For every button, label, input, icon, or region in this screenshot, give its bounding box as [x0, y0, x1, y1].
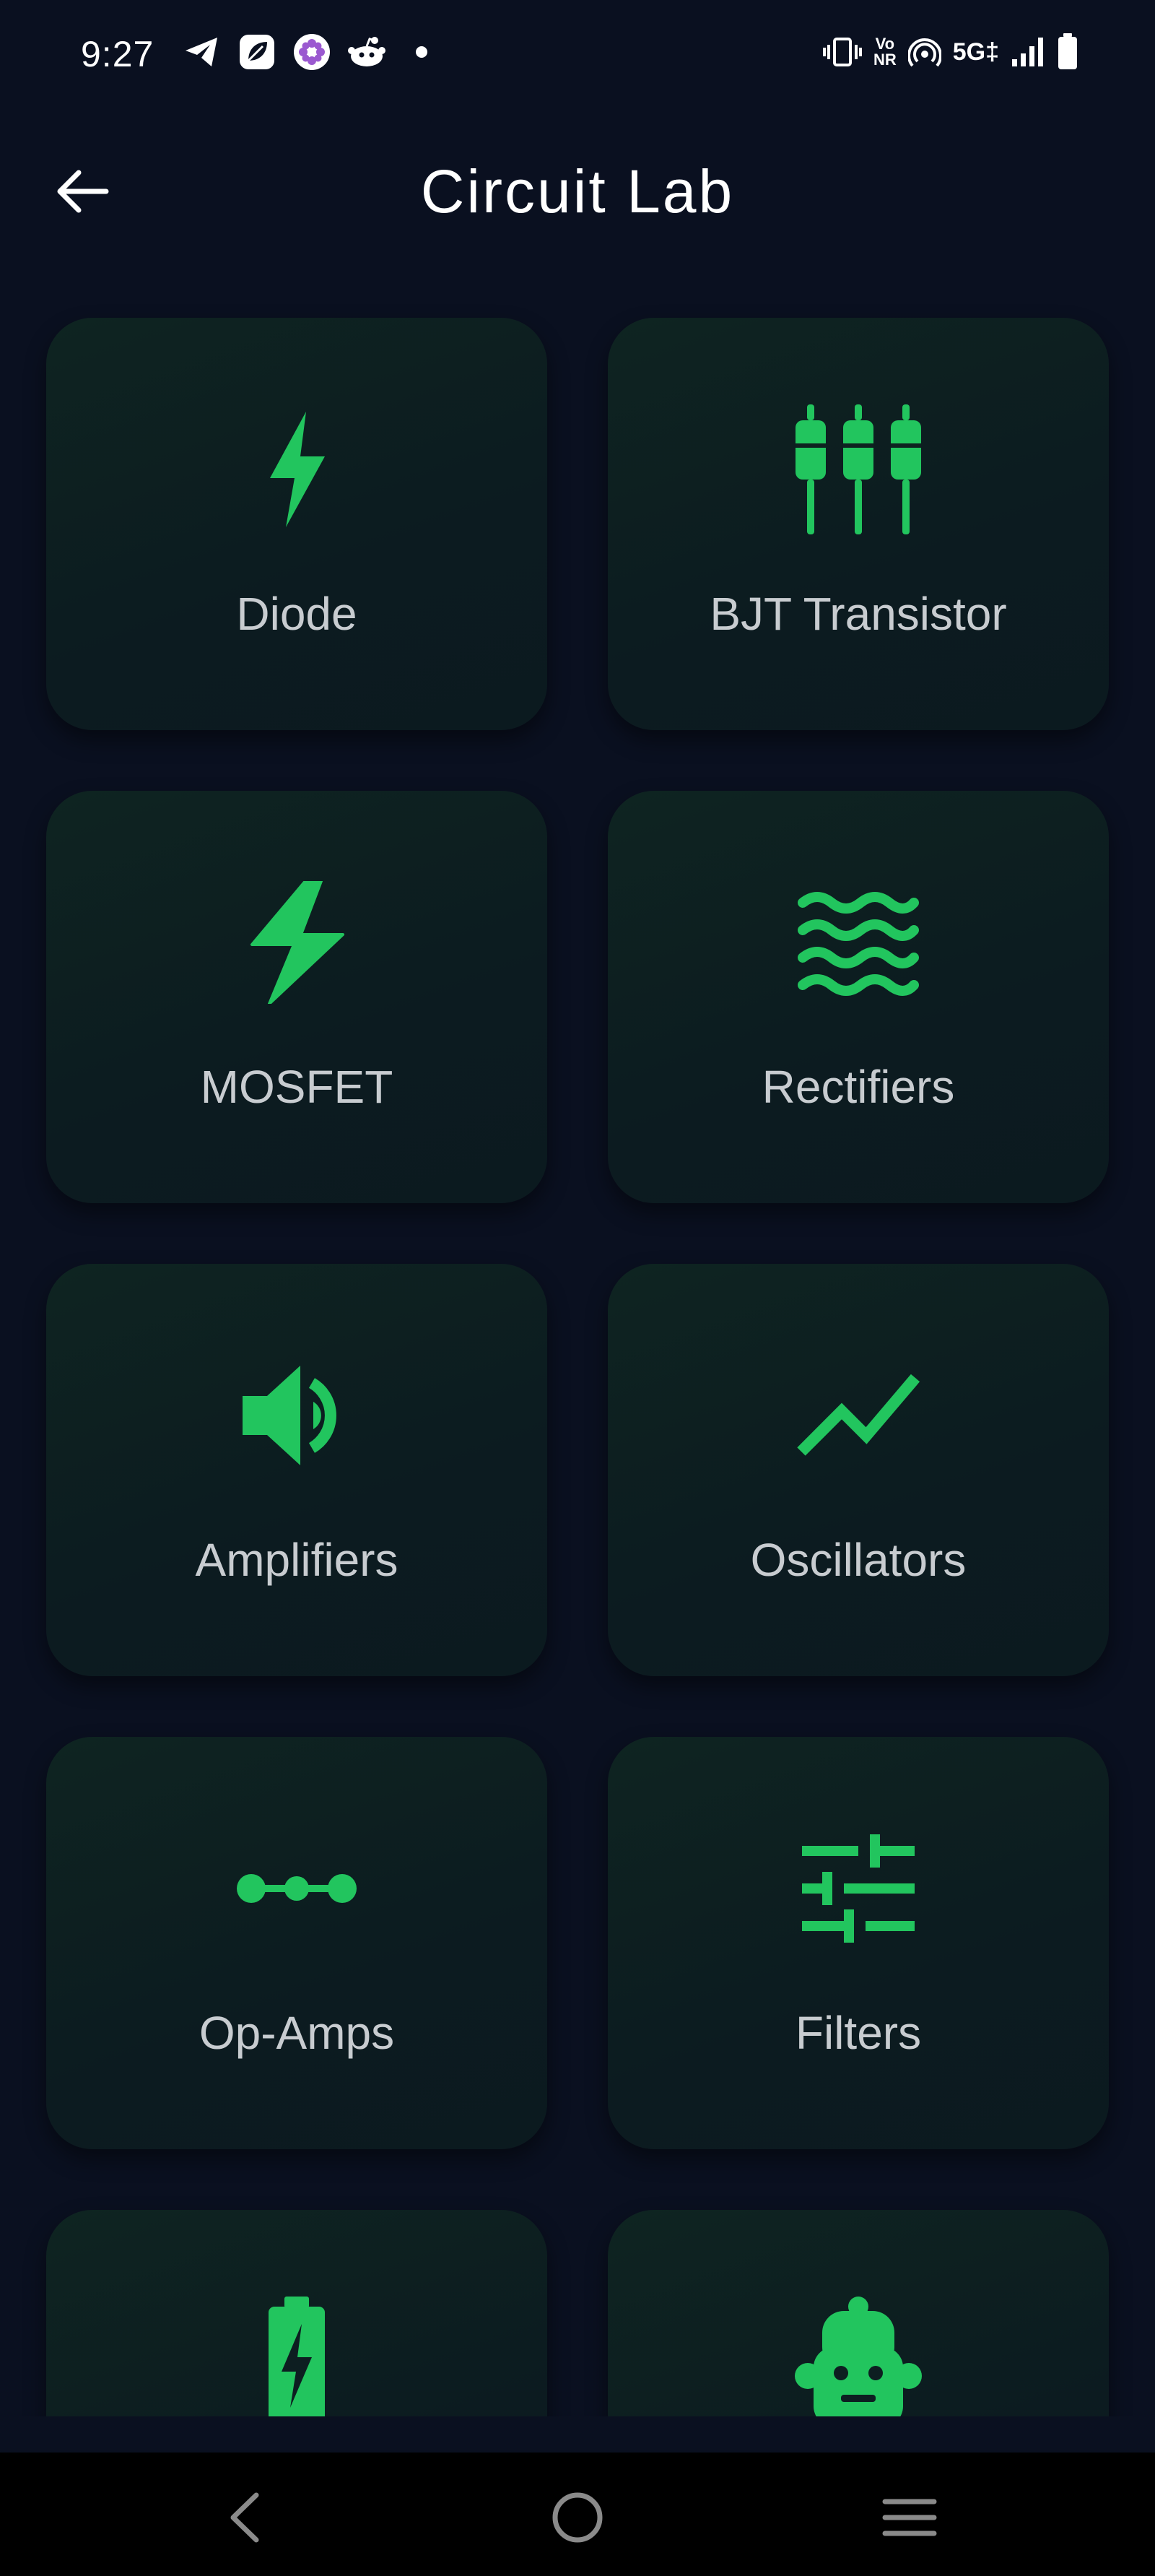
robot-icon — [608, 2297, 1109, 2416]
card-diode[interactable]: Diode — [46, 318, 547, 730]
card-label: MOSFET — [200, 1061, 393, 1113]
back-icon — [230, 2492, 259, 2543]
home-icon — [552, 2492, 603, 2543]
card-label: BJT Transistor — [710, 588, 1007, 640]
card-label: Filters — [795, 2007, 922, 2059]
status-time: 9:27 — [81, 34, 154, 74]
network-5g-icon: 5G‡ — [952, 38, 999, 66]
trend-icon — [608, 1350, 1109, 1480]
card-filters[interactable]: Filters — [608, 1737, 1109, 2149]
waves-icon — [608, 877, 1109, 1007]
reddit-icon — [346, 32, 387, 72]
system-navigation-bar — [0, 2453, 1155, 2576]
card-label: Oscillators — [750, 1534, 967, 1586]
app-flower-icon — [292, 32, 332, 72]
card-oscillators[interactable]: Oscillators — [608, 1264, 1109, 1676]
status-notification-icons — [182, 32, 442, 72]
card-label: Diode — [236, 588, 357, 640]
card-amplifiers[interactable]: Amplifiers — [46, 1264, 547, 1676]
hotspot-icon — [907, 32, 941, 72]
category-grid-viewport: Diode BJT Transistor MOSFET Rectifiers A… — [0, 303, 1155, 2416]
app-leaf-icon — [237, 32, 277, 72]
vonr-line1: Vo — [875, 35, 895, 53]
card-robot[interactable] — [608, 2210, 1109, 2416]
battery-charging-icon — [46, 2297, 547, 2416]
vibrate-icon — [822, 32, 862, 72]
nav-home-button[interactable] — [534, 2481, 621, 2554]
card-op-amps[interactable]: Op-Amps — [46, 1737, 547, 2149]
telegram-icon — [182, 32, 222, 72]
status-bar: 9:27 Vo NR 5G‡ — [0, 0, 1155, 108]
app-bar: Circuit Lab — [0, 123, 1155, 253]
status-system-icons: Vo NR 5G‡ — [822, 32, 1078, 72]
card-mosfet[interactable]: MOSFET — [46, 791, 547, 1203]
nav-back-button[interactable] — [201, 2481, 287, 2554]
vonr-icon: Vo NR — [873, 32, 897, 72]
card-battery[interactable] — [46, 2210, 547, 2416]
category-grid: Diode BJT Transistor MOSFET Rectifiers A… — [46, 318, 1109, 2416]
resistors-icon — [608, 404, 1109, 534]
card-label: Rectifiers — [762, 1061, 955, 1113]
card-label: Op-Amps — [199, 2007, 395, 2059]
flash-icon — [46, 877, 547, 1007]
nav-menu-button[interactable] — [866, 2481, 953, 2554]
menu-icon — [882, 2499, 937, 2536]
dot-icon — [401, 32, 442, 72]
vonr-line2: NR — [873, 51, 897, 69]
speaker-icon — [46, 1350, 547, 1480]
sliders-icon — [608, 1823, 1109, 1953]
dots-line-icon — [46, 1823, 547, 1953]
page-title: Circuit Lab — [420, 157, 735, 225]
battery-icon — [1057, 32, 1078, 72]
card-rectifiers[interactable]: Rectifiers — [608, 791, 1109, 1203]
bolt-icon — [46, 404, 547, 534]
signal-icon — [1011, 32, 1045, 72]
card-label: Amplifiers — [195, 1534, 398, 1586]
card-bjt-transistor[interactable]: BJT Transistor — [608, 318, 1109, 730]
